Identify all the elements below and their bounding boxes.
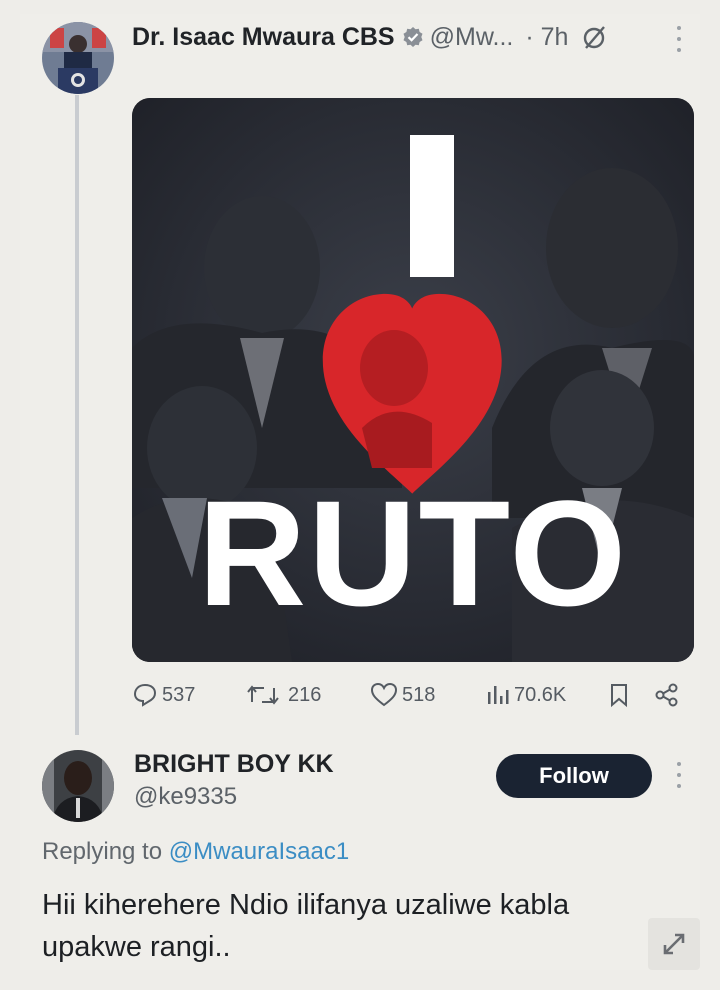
more-icon[interactable] [676, 762, 682, 788]
tweet-timestamp[interactable]: · 7h [525, 23, 568, 52]
image-word-ruto: RUTO [197, 469, 629, 637]
views-icon [488, 686, 509, 704]
like-action[interactable]: 518 [370, 682, 435, 708]
like-count: 518 [402, 683, 436, 706]
retweet-icon [247, 685, 279, 705]
retweet-count: 216 [288, 683, 322, 706]
image-letter-i [410, 135, 454, 277]
author-display-name[interactable]: Dr. Isaac Mwaura CBS [132, 23, 395, 52]
share-icon [655, 683, 678, 707]
follow-button[interactable]: Follow [496, 754, 652, 798]
reply-author-name[interactable]: BRIGHT BOY KK [134, 750, 334, 779]
retweet-action[interactable]: 216 [244, 682, 321, 708]
replying-to-label: Replying to [42, 838, 163, 865]
grok-icon[interactable] [582, 24, 608, 50]
replying-to-line: Replying to @MwauraIsaac1 [42, 838, 349, 866]
share-action[interactable] [654, 682, 684, 708]
tweet-header: Dr. Isaac Mwaura CBS @Mw... · 7h [132, 20, 608, 54]
bookmark-icon [611, 684, 627, 708]
author-handle[interactable]: @Mw... [430, 23, 514, 52]
reply-text: Hii kiherehere Ndio ilifanya uzaliwe kab… [42, 889, 570, 963]
more-icon[interactable] [676, 26, 682, 52]
tweet-actions: 537 216 518 70.6K [132, 678, 692, 712]
thread-connector-line [75, 95, 79, 735]
views-action[interactable]: 70.6K [486, 682, 566, 708]
reply-count: 537 [162, 683, 196, 706]
expand-icon[interactable] [648, 918, 700, 970]
verified-badge-icon [402, 26, 424, 48]
bookmark-action[interactable] [608, 682, 634, 708]
reply-author-avatar[interactable] [42, 750, 114, 822]
reply-action[interactable]: 537 [132, 682, 195, 708]
views-count: 70.6K [514, 683, 567, 706]
reply-author-handle[interactable]: @ke9335 [134, 783, 237, 811]
replying-to-mention[interactable]: @MwauraIsaac1 [169, 838, 349, 865]
reply-icon [133, 683, 157, 707]
like-icon [370, 682, 398, 707]
author-avatar[interactable] [42, 22, 114, 94]
